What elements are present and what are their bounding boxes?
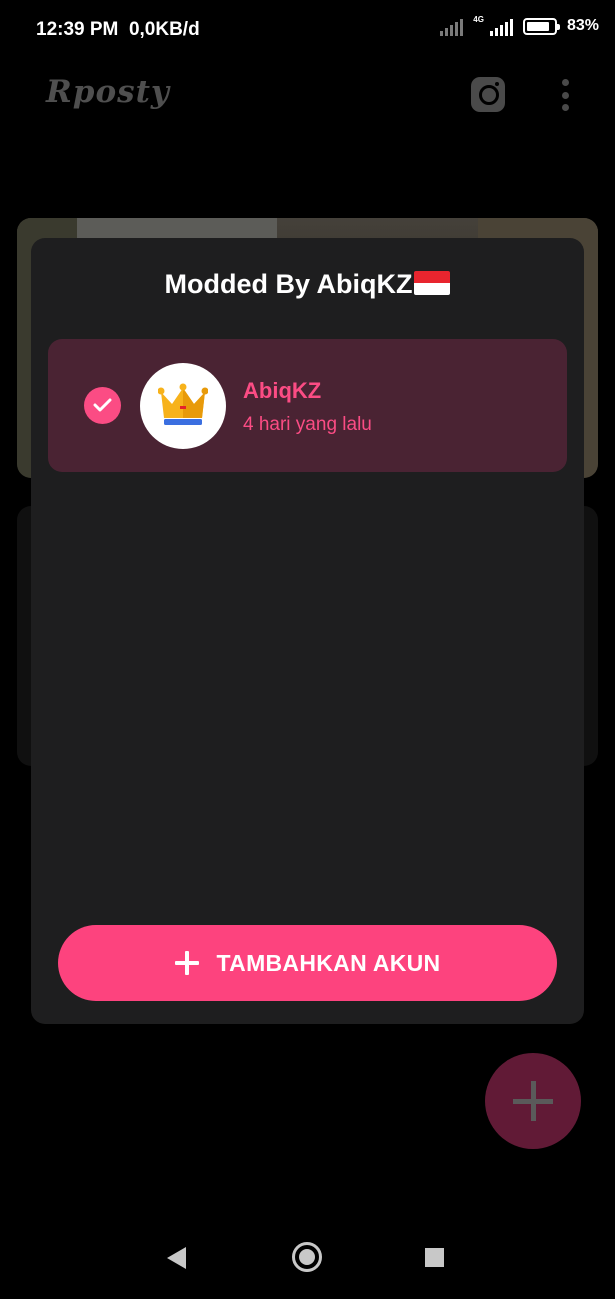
instagram-icon[interactable] (471, 77, 505, 112)
app-toolbar: Rposty (0, 60, 615, 130)
account-last-used: 4 hari yang lalu (243, 414, 372, 435)
status-time: 12:39 PM 0,0KB/d (36, 19, 200, 41)
crown-icon (158, 383, 208, 425)
status-icons: 4G 83% (440, 14, 599, 36)
status-bar: 12:39 PM 0,0KB/d 4G 83% (0, 0, 615, 60)
clock: 12:39 PM (36, 19, 119, 40)
plus-icon (174, 951, 199, 975)
battery-percent: 83% (566, 17, 599, 34)
home-icon[interactable] (292, 1242, 322, 1272)
avatar (140, 363, 226, 449)
signal-2-icon (489, 16, 513, 36)
signal-1-icon (440, 16, 464, 36)
dialog-title-text: Modded By AbiqKZ (164, 269, 413, 299)
add-account-button[interactable]: TAMBAHKAN AKUN (58, 925, 557, 1001)
check-icon (84, 387, 121, 424)
account-row[interactable]: AbiqKZ 4 hari yang lalu (48, 339, 567, 472)
add-account-label: TAMBAHKAN AKUN (216, 949, 441, 976)
recents-icon[interactable] (425, 1248, 444, 1267)
account-name: AbiqKZ (243, 378, 322, 403)
indonesia-flag-icon (414, 271, 451, 295)
navigation-bar (0, 1219, 615, 1299)
account-dialog: Modded By AbiqKZ AbiqKZ 4 hari yang lalu… (31, 238, 584, 1024)
network-speed: 0,0KB/d (128, 19, 200, 40)
battery-icon (522, 17, 560, 35)
app-logo: Rposty (46, 74, 170, 110)
dialog-title: Modded By AbiqKZ (31, 269, 584, 300)
more-vert-icon[interactable] (560, 79, 570, 111)
network-type: 4G (473, 14, 484, 24)
back-icon[interactable] (167, 1247, 186, 1269)
fab-add-button[interactable] (485, 1053, 581, 1149)
